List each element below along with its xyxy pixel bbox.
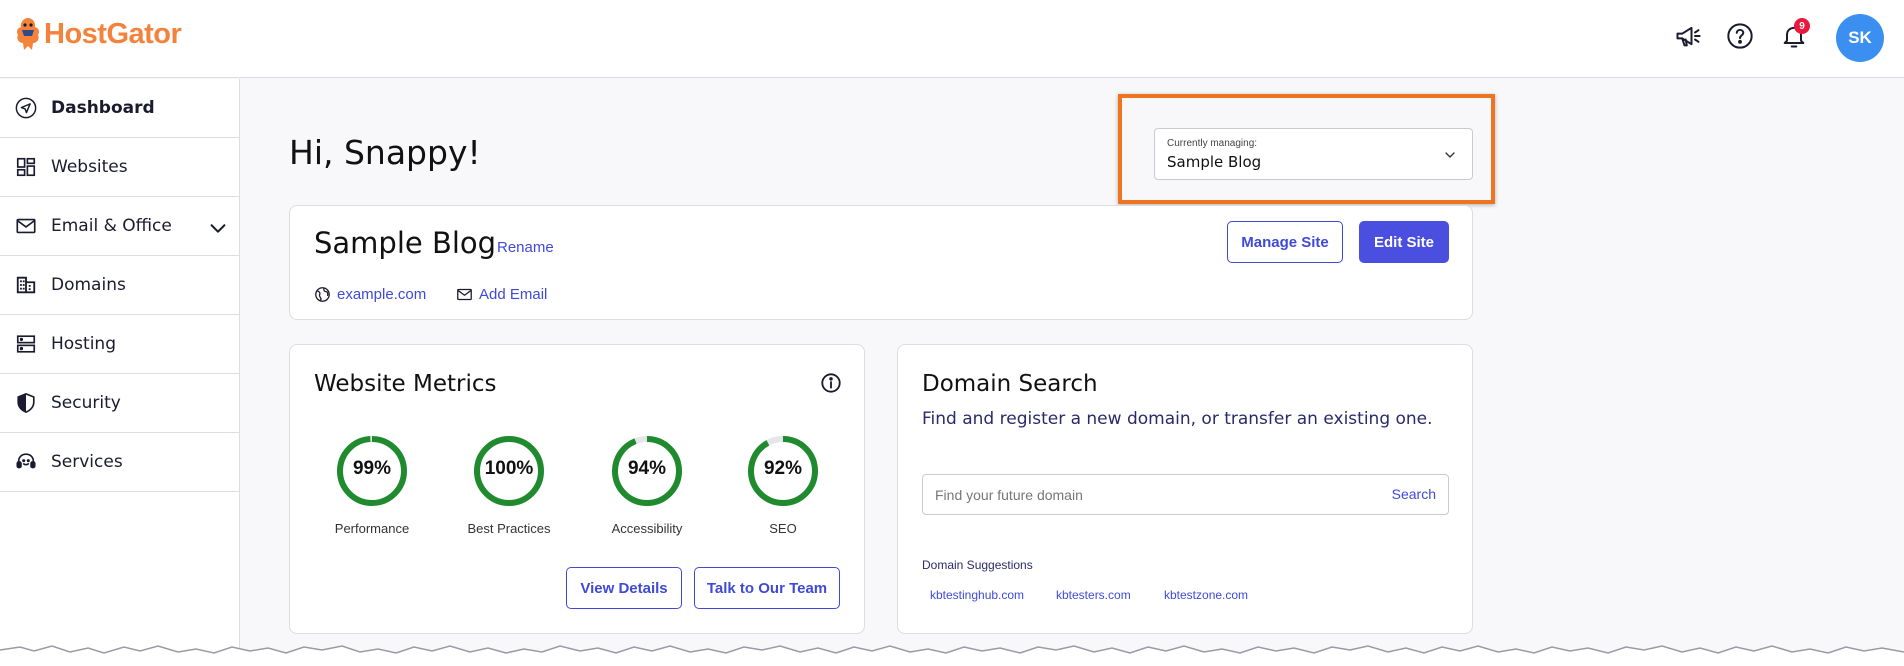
metric-label: Performance <box>334 521 410 536</box>
rename-link[interactable]: Rename <box>497 239 554 256</box>
building-icon <box>16 276 36 294</box>
view-details-button[interactable]: View Details <box>566 567 682 609</box>
metric-value: 92% <box>763 458 803 479</box>
metric-label: Best Practices <box>467 521 551 536</box>
notification-count-badge: 9 <box>1794 18 1810 34</box>
sidebar-item-label: Security <box>51 393 121 413</box>
chevron-down-icon[interactable] <box>207 217 229 239</box>
metric-gauge-seo: 92% SEO <box>728 433 838 536</box>
domain-suggestion-link[interactable]: kbtestzone.com <box>1164 588 1248 602</box>
sidebar-item-services[interactable]: Services <box>0 433 239 492</box>
manage-site-button[interactable]: Manage Site <box>1227 221 1343 263</box>
metrics-title: Website Metrics <box>314 371 497 397</box>
megaphone-icon <box>1676 26 1701 47</box>
gator-mascot-icon <box>17 18 39 50</box>
sidebar-item-websites[interactable]: Websites <box>0 138 239 197</box>
user-avatar[interactable]: SK <box>1836 14 1884 62</box>
info-icon[interactable] <box>820 372 842 394</box>
dashboard-grid-icon <box>16 157 36 177</box>
sidebar-item-email-office[interactable]: Email & Office <box>0 197 239 256</box>
metric-value: 99% <box>352 458 392 479</box>
envelope-icon <box>16 218 36 234</box>
domain-suggestion-link[interactable]: kbtestinghub.com <box>930 588 1024 602</box>
notifications-button[interactable]: 9 <box>1778 18 1810 52</box>
metric-gauge-performance: 99% Performance <box>317 433 427 536</box>
domain-suggestions-label: Domain Suggestions <box>922 558 1033 572</box>
domain-search-description: Find and register a new domain, or trans… <box>922 409 1433 429</box>
currently-managing-select[interactable]: Currently managing: Sample Blog <box>1154 128 1473 180</box>
site-domain-link[interactable]: example.com <box>314 286 426 303</box>
sidebar-item-dashboard[interactable]: Dashboard <box>0 79 239 138</box>
sidebar-item-security[interactable]: Security <box>0 374 239 433</box>
domain-search-box: Search <box>922 474 1449 515</box>
sidebar-item-label: Email & Office <box>51 216 172 236</box>
metric-label: SEO <box>769 521 797 536</box>
managing-value: Sample Blog <box>1167 153 1262 171</box>
sidebar-item-hosting[interactable]: Hosting <box>0 315 239 374</box>
navigation-arrow-icon <box>15 97 37 119</box>
globe-icon <box>315 287 330 302</box>
add-email-text: Add Email <box>479 286 548 303</box>
domain-search-button[interactable]: Search <box>1392 486 1436 502</box>
announcements-button[interactable] <box>1672 20 1704 52</box>
server-icon <box>16 335 36 353</box>
domain-search-title: Domain Search <box>922 371 1098 397</box>
website-metrics-card: Website Metrics 99% Performance 100% Bes… <box>289 344 865 634</box>
managing-label: Currently managing: <box>1167 138 1258 149</box>
hostgator-logo[interactable]: HostGator <box>14 16 182 52</box>
page-greeting: Hi, Snappy! <box>289 133 481 172</box>
talk-to-team-button[interactable]: Talk to Our Team <box>694 567 840 609</box>
top-header: HostGator 9 SK <box>0 0 1904 78</box>
metric-gauge-accessibility: 94% Accessibility <box>592 433 702 536</box>
metric-label: Accessibility <box>611 521 683 536</box>
add-email-link[interactable]: Add Email <box>456 286 547 303</box>
question-circle-icon <box>1727 23 1753 49</box>
support-headset-icon <box>16 453 36 469</box>
metric-value: 100% <box>484 458 534 479</box>
domain-suggestion-link[interactable]: kbtesters.com <box>1056 588 1131 602</box>
sidebar-item-label: Domains <box>51 275 126 295</box>
site-title: Sample Blog <box>314 226 497 260</box>
help-button[interactable] <box>1724 20 1756 52</box>
metric-gauge-best-practices: 100% Best Practices <box>454 433 564 536</box>
metric-value: 94% <box>627 458 667 479</box>
sidebar-item-label: Websites <box>51 157 128 177</box>
sidebar-item-label: Hosting <box>51 334 116 354</box>
domain-search-input[interactable] <box>935 485 1355 505</box>
torn-edge-decoration <box>0 645 1904 666</box>
sidebar-item-domains[interactable]: Domains <box>0 256 239 315</box>
sidebar-item-label: Dashboard <box>51 98 155 118</box>
site-domain-text: example.com <box>337 286 427 303</box>
sidebar-item-label: Services <box>51 452 123 472</box>
sidebar-nav: Dashboard Websites Email & Office Domain… <box>0 79 240 666</box>
edit-site-button[interactable]: Edit Site <box>1359 221 1449 263</box>
shield-icon <box>17 393 35 413</box>
envelope-icon <box>457 288 472 301</box>
chevron-down-icon <box>1445 152 1455 158</box>
brand-name: HostGator <box>44 17 182 50</box>
domain-search-card: Domain Search Find and register a new do… <box>897 344 1473 634</box>
site-card: Sample Blog Rename example.com Add Email… <box>289 205 1473 320</box>
